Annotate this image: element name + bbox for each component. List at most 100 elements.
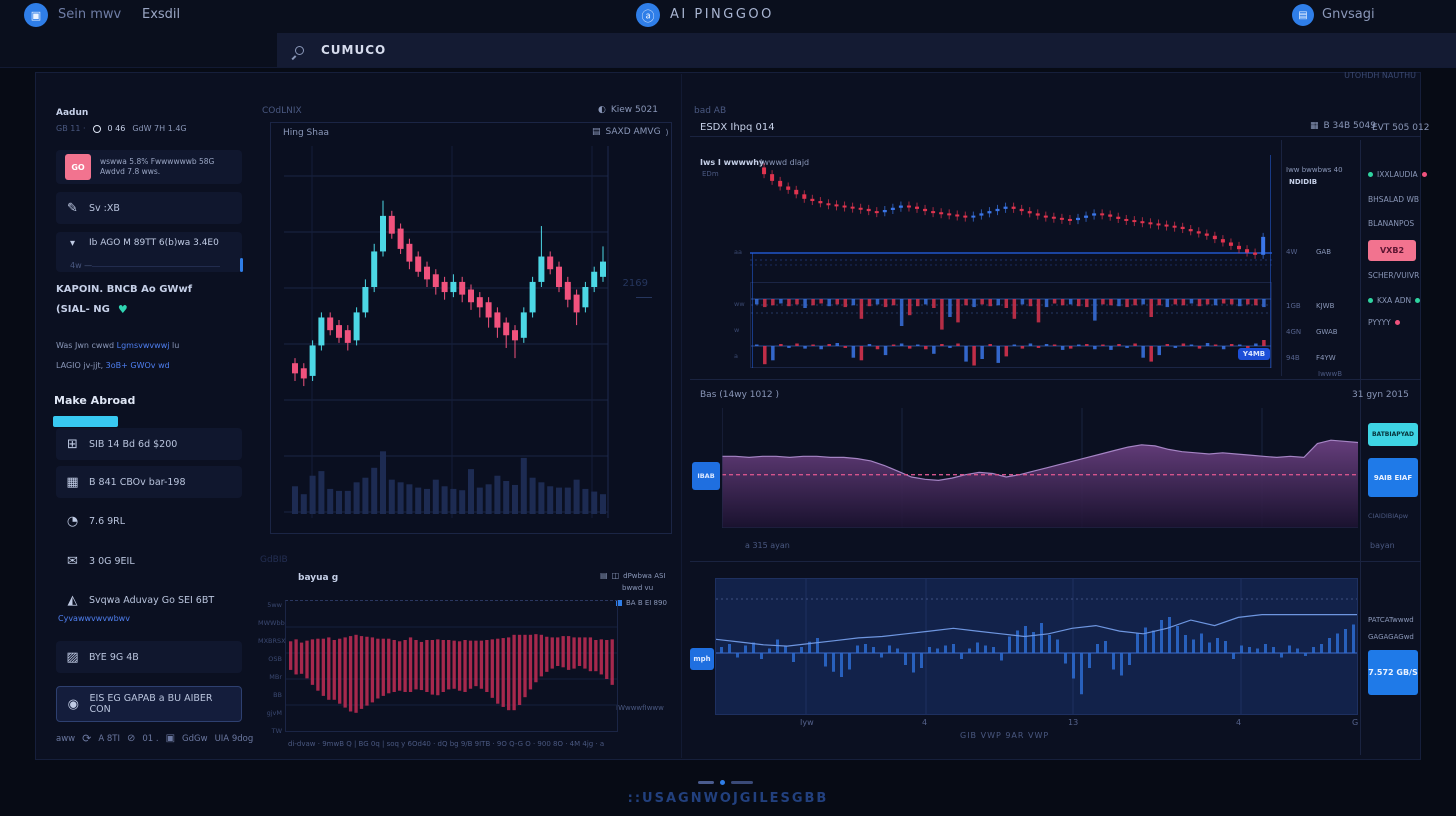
tr-y-tick: 4W [1286, 248, 1297, 256]
sidebar-scrollbar[interactable] [240, 258, 243, 272]
sidebar-item-2[interactable]: ◔ 7.6 9RL [56, 505, 242, 537]
tr-panel-header: bad AB [694, 106, 726, 116]
nav-item[interactable]: Exsdil [142, 7, 180, 22]
sidebar-item-1-label: B 841 CBOv bar-198 [89, 477, 186, 488]
mid-left-badge: IBAB [692, 462, 720, 490]
promo-badge: GO [65, 154, 91, 180]
tr-legend-badge[interactable]: VXB2 [1368, 240, 1416, 261]
tr-left-tick: aa [734, 248, 742, 256]
red-y-label: TW [258, 727, 282, 735]
heart-icon: ♥ [118, 303, 128, 316]
sidebar-item-3[interactable]: ✉ 3 0G 9EIL [56, 545, 242, 577]
sidebar-heading1: KAPOIN. BNCB Ao GWwf [56, 284, 192, 295]
red-dot-icon [1395, 320, 1400, 325]
sketch-icon: ✎ [65, 201, 80, 216]
tr-y-tick: 1GB [1286, 302, 1301, 310]
sidebar-item-6[interactable]: ◉ EIS EG GAPAB a BU AIBER CON [56, 686, 242, 722]
sidebar-item-5-label: BYE 9G 4B [89, 652, 139, 663]
red-waveform-chart[interactable] [286, 601, 617, 731]
mid-x-right: bayan [1370, 541, 1395, 550]
para2-link[interactable]: 3oB+ GWOv wd [106, 361, 170, 370]
tr-right-marker [1270, 155, 1271, 368]
bottom-note1: PATCATwwwd [1368, 616, 1414, 624]
search-input[interactable]: CUMUCO [277, 33, 1456, 67]
tr-meta1: B 34B 5049 [1324, 121, 1376, 131]
status-circle-icon [93, 125, 101, 133]
footer-c: 01 . [142, 734, 158, 744]
sidebar-item-0[interactable]: ⊞ SIB 14 Bd 6d $200 [56, 428, 242, 460]
calculator-icon: ⊞ [65, 437, 80, 452]
tr-label3: Iww bwwbws 40 [1286, 166, 1343, 174]
bottom-x-tick: 13 [1068, 718, 1078, 727]
sidebar-item-link[interactable]: Cyvawwvwvwbwv [58, 614, 130, 623]
tr-indicator-chart[interactable] [751, 283, 1271, 367]
tr-candlestick-chart[interactable] [750, 150, 1272, 276]
mid-area-chart[interactable] [722, 408, 1358, 528]
sidebar-heading2-row: (SIAL- NG ♥ [56, 303, 128, 316]
tr-panel-divider [690, 136, 1421, 137]
brand-label[interactable]: Sein mwv [58, 7, 121, 22]
tr-legend-row-5: KXA ADN [1368, 296, 1420, 305]
window-icon[interactable]: ◫ [612, 571, 620, 580]
para1-link[interactable]: Lgmsvwvwwj [117, 341, 170, 350]
axis-divider [1281, 140, 1282, 376]
sidebar-promo-item[interactable]: GO wswwa 5.8% Fwwwwwwb 58G Awdvd 7.8 wws… [56, 150, 242, 184]
block-icon[interactable]: ⊘ [127, 733, 135, 744]
sidebar-item-1[interactable]: ▦ B 841 CBOv bar-198 [56, 466, 242, 498]
red-x-axis: di-dvaw · 9mwB Q | BG 0q | soq y 6Od40 ·… [288, 740, 640, 748]
tr-legend1: IXXLAUDIA [1377, 170, 1418, 179]
refresh-icon[interactable]: ⟳ [82, 732, 91, 745]
user-label[interactable]: Gnvsagi [1322, 7, 1375, 22]
tr-legend4: SCHER/VUIVR [1368, 271, 1419, 280]
red-y-label: BB [258, 691, 282, 699]
sidebar-item-4[interactable]: ◭ Svqwa Aduvay Go SEI 6BT [56, 584, 242, 616]
main-chart-sub-right[interactable]: ▤ SAXD AMVG ⟩ [592, 127, 669, 137]
sidebar-item-4-label: Svqwa Aduvay Go SEI 6BT [89, 595, 214, 606]
tr-y-value: GAB [1316, 248, 1331, 256]
sidebar-section-label: Aadun [56, 108, 88, 118]
red-y-label: MWWbb [258, 619, 282, 627]
price-label: 2169 [606, 278, 648, 289]
tr-label1b: EDm [702, 170, 719, 178]
bottom-badge[interactable]: 7.572 GB/S [1368, 650, 1418, 695]
pagination-dot[interactable] [720, 780, 725, 785]
pagination-dash-1[interactable] [698, 781, 714, 784]
status-a: GB 11 · [56, 124, 86, 133]
grid-icon[interactable]: ▣ [166, 733, 175, 744]
app-title: AI PINGGOO [670, 7, 774, 22]
bottom-caption: GIB VWP 9AR VWP [960, 731, 1049, 740]
user-avatar-icon[interactable]: ▤ [1292, 4, 1314, 26]
bottom-panel-divider [690, 561, 1421, 562]
mid-cyan-badge[interactable]: BATBIAPYAD [1368, 423, 1418, 446]
app-logo-icon[interactable]: ▣ [24, 3, 48, 27]
sidebar-item-5[interactable]: ▨ BYE 9G 4B [56, 641, 242, 673]
sidebar-item-2-label: 7.6 9RL [89, 516, 125, 527]
mountain-icon: ◭ [65, 593, 80, 608]
center-logo-icon[interactable]: ⓐ [636, 3, 660, 27]
tr-label3b: NDIDIB [1289, 178, 1317, 186]
image-icon: ▨ [65, 650, 80, 665]
doc-icon[interactable]: ▤ [600, 571, 608, 580]
workspace-corner-note: UTOHDH NAUTHU [1330, 71, 1416, 80]
tr-y-value: F4YW [1316, 354, 1336, 362]
red-y-label: MXBRSX [258, 637, 282, 645]
bottom-x-tick: G [1352, 718, 1358, 727]
tr-panel-sub: ESDX Ihpq 014 [700, 122, 775, 133]
grid-small-icon: ▦ [1310, 121, 1319, 131]
tr-legend-row-6: PYYYY [1368, 318, 1400, 327]
tr-meta1-row[interactable]: ▦ B 34B 5049 [1310, 121, 1376, 131]
main-chart-header-right[interactable]: ◐ Kiew 5021 [598, 105, 658, 115]
bottom-bar-line-chart[interactable] [716, 579, 1357, 714]
main-candlestick-chart[interactable] [284, 146, 658, 530]
main-chart-sub-left: Hing Shaa [283, 128, 329, 138]
tr-legend3: BLANANPOS [1368, 219, 1414, 228]
green-dot-icon [1415, 298, 1420, 303]
bottom-x-tick: 4 [1236, 718, 1241, 727]
tr-y-tick: 94B [1286, 354, 1300, 362]
pagination-dash-2[interactable] [731, 781, 753, 784]
sidebar-item-sketch[interactable]: ✎ Sv :XB [56, 192, 242, 224]
mid-blue-badge[interactable]: 9AIB EIAF [1368, 458, 1418, 497]
footer-caption: ::USAGNWOJGILESGBB [0, 791, 1456, 806]
dropdown-slider-track[interactable] [92, 266, 220, 267]
para2-text: LAGIO jv-jjt, [56, 361, 106, 370]
